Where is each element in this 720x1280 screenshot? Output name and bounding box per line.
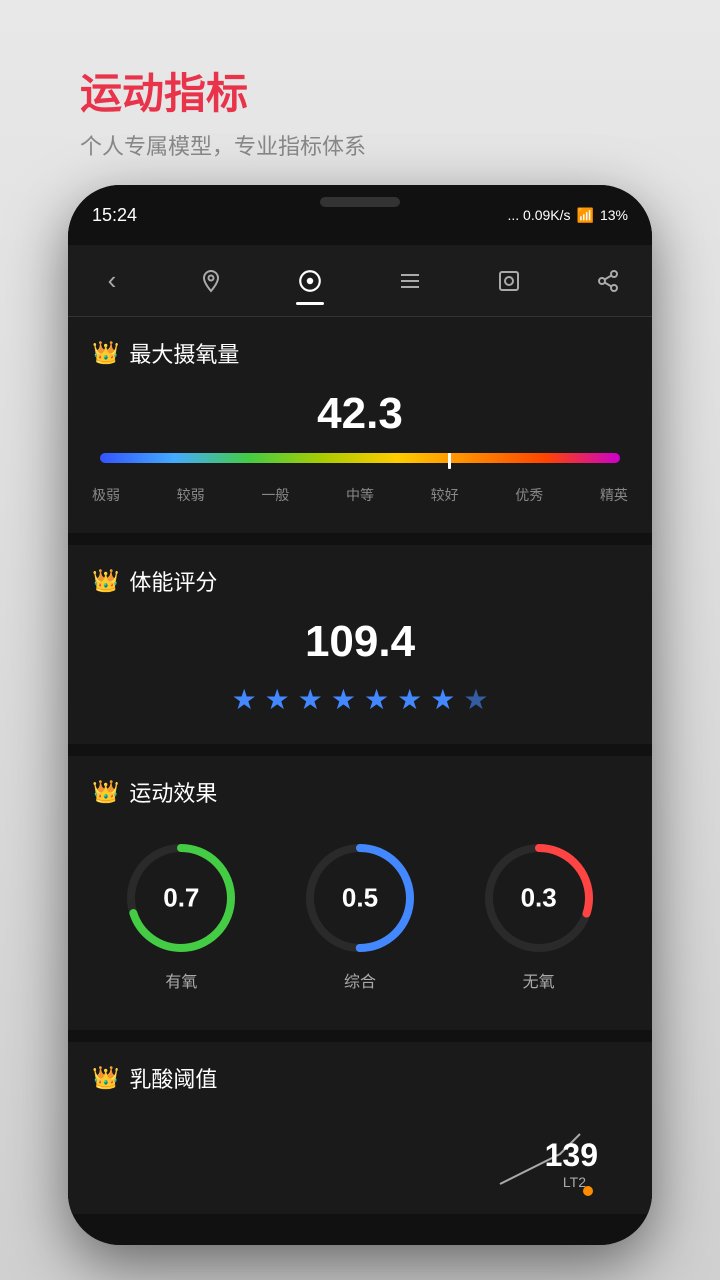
bar-label-4: 中等 [346,485,374,505]
lactate-title-row: 👑 乳酸阈值 [92,1062,628,1094]
bar-label-1: 极弱 [92,485,120,505]
lactate-dot [583,1186,593,1196]
anaerobic-circle-wrap: 0.3 无氧 [479,838,599,992]
lactate-section: 👑 乳酸阈值 139 LT2 [68,1042,652,1214]
aerobic-label: 有氧 [165,968,197,992]
battery-icon: 📶 [577,207,594,224]
combined-inner: 0.5 [342,883,378,914]
lactate-value: 139 [545,1137,598,1174]
star-6: ★ [397,683,422,716]
star-1: ★ [232,683,257,716]
star-8: ★ [463,683,488,716]
crown-icon-fitness: 👑 [92,568,119,594]
aerobic-value: 0.7 [163,883,199,914]
effect-circles-row: 0.7 有氧 0.5 [92,828,628,1002]
vo2max-title-row: 👑 最大摄氧量 [92,337,628,369]
fitness-title-row: 👑 体能评分 [92,565,628,597]
vo2max-label: 最大摄氧量 [129,337,239,369]
status-time: 15:24 [92,205,137,226]
signal-text: ... 0.09K/s [507,207,570,223]
vo2max-value: 42.3 [92,389,628,439]
anaerobic-circle: 0.3 [479,838,599,958]
lactate-chart: 139 LT2 [92,1114,628,1194]
nav-bar: ‹ [68,245,652,317]
bar-label-3: 一般 [261,485,289,505]
crown-icon-lactate: 👑 [92,1065,119,1091]
list-icon[interactable] [390,261,430,301]
effect-title-row: 👑 运动效果 [92,776,628,808]
crown-icon-vo2: 👑 [92,340,119,366]
star-7: ★ [430,683,455,716]
bar-labels: 极弱 较弱 一般 中等 较好 优秀 精英 [92,485,628,505]
lactate-sublabel: LT2 [563,1174,586,1190]
circle-icon[interactable] [290,261,330,301]
status-bar: 15:24 ... 0.09K/s 📶 13% [68,185,652,245]
aerobic-circle-wrap: 0.7 有氧 [121,838,241,992]
share-icon[interactable] [588,261,628,301]
star-4: ★ [331,683,356,716]
phone-frame: 15:24 ... 0.09K/s 📶 13% ‹ [68,185,652,1245]
back-button[interactable]: ‹ [92,261,132,301]
bar-label-5: 较好 [431,485,459,505]
fitness-label: 体能评分 [129,565,217,597]
fitness-score-value: 109.4 [92,617,628,667]
anaerobic-value: 0.3 [521,883,557,914]
search-icon[interactable] [489,261,529,301]
anaerobic-inner: 0.3 [521,883,557,914]
star-2: ★ [265,683,290,716]
page-header: 运动指标 个人专属模型，专业指标体系 [80,60,366,161]
combined-label: 综合 [344,968,376,992]
phone-screen: ‹ [68,245,652,1245]
combined-circle: 0.5 [300,838,420,958]
stars-row: ★ ★ ★ ★ ★ ★ ★ ★ [92,683,628,716]
bar-label-7: 精英 [600,485,628,505]
star-5: ★ [364,683,389,716]
combined-circle-wrap: 0.5 综合 [300,838,420,992]
combined-value: 0.5 [342,883,378,914]
exercise-effect-section: 👑 运动效果 0.7 有氧 [68,756,652,1030]
crown-icon-effect: 👑 [92,779,119,805]
map-pin-icon[interactable] [191,261,231,301]
bar-label-2: 较弱 [177,485,205,505]
vo2max-section: 👑 最大摄氧量 42.3 极弱 较弱 一般 中等 较好 优秀 精英 [68,317,652,533]
anaerobic-label: 无氧 [523,968,555,992]
rainbow-bar [100,453,620,463]
bar-label-6: 优秀 [515,485,543,505]
status-right: ... 0.09K/s 📶 13% [507,207,628,224]
star-3: ★ [298,683,323,716]
bar-marker [448,453,451,469]
battery-text: 13% [600,207,628,223]
fitness-section: 👑 体能评分 109.4 ★ ★ ★ ★ ★ ★ ★ ★ [68,545,652,744]
page-title: 运动指标 [80,60,366,121]
aerobic-circle: 0.7 [121,838,241,958]
rainbow-bar-container [100,453,620,469]
effect-label: 运动效果 [129,776,217,808]
lactate-label: 乳酸阈值 [129,1062,217,1094]
back-arrow-icon: ‹ [108,265,117,296]
page-subtitle: 个人专属模型，专业指标体系 [80,129,366,161]
aerobic-inner: 0.7 [163,883,199,914]
